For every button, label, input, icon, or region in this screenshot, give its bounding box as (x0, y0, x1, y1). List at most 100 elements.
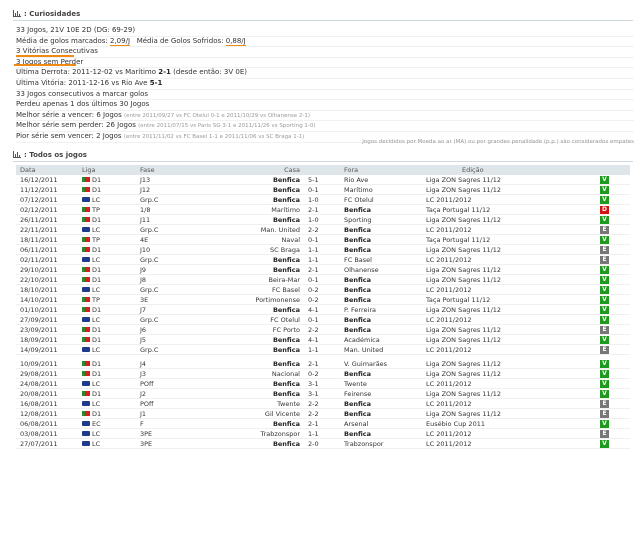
edition-cell[interactable]: LC 2011/2012 (422, 398, 596, 409)
table-row[interactable]: 02/12/2011 TP 1/8 Marítimo 2-1 Benfica Taça Po… (16, 204, 630, 215)
table-row[interactable]: 10/09/2011 D1 J4 Benfica 2-1 V. Guimarães Liga… (16, 359, 630, 369)
league-cell[interactable]: D1 (78, 408, 136, 419)
edition-cell[interactable]: LC 2011/2012 (422, 284, 596, 295)
edition-cell[interactable]: LC 2011/2012 (422, 254, 596, 265)
edition-cell[interactable]: Taça Portugal 11/12 (422, 294, 596, 305)
table-row[interactable]: 29/08/2011 D1 J3 Nacional 0-2 Benfica Liga ZON… (16, 368, 630, 379)
league-cell[interactable]: D1 (78, 184, 136, 195)
home-team[interactable]: Marítimo (208, 204, 304, 215)
edition-cell[interactable]: Liga ZON Sagres 11/12 (422, 175, 596, 185)
score-cell[interactable]: 2-2 (304, 398, 340, 409)
score-cell[interactable]: 2-0 (304, 438, 340, 449)
score-cell[interactable]: 5-1 (304, 175, 340, 185)
league-cell[interactable]: D1 (78, 304, 136, 315)
league-cell[interactable]: LC (78, 284, 136, 295)
away-team[interactable]: Benfica (340, 408, 422, 419)
league-cell[interactable]: LC (78, 224, 136, 235)
table-row[interactable]: 16/08/2011 LC POff Twente 2-2 Benfica LC 2011/… (16, 398, 630, 409)
league-cell[interactable]: D1 (78, 334, 136, 345)
home-team[interactable]: Twente (208, 398, 304, 409)
table-row[interactable]: 06/08/2011 EC F Benfica 2-1 Arsenal Eusébio Cu… (16, 418, 630, 429)
home-team[interactable]: Benfica (208, 378, 304, 389)
table-row[interactable]: 11/12/2011 D1 J12 Benfica 0-1 Marítimo Liga ZO… (16, 184, 630, 195)
edition-cell[interactable]: Liga ZON Sagres 11/12 (422, 408, 596, 419)
home-team[interactable]: Nacional (208, 368, 304, 379)
table-row[interactable]: 23/09/2011 D1 J6 FC Porto 2-2 Benfica Liga ZON… (16, 324, 630, 335)
home-team[interactable]: Gil Vicente (208, 408, 304, 419)
home-team[interactable]: Benfica (208, 184, 304, 195)
table-row[interactable]: 16/12/2011 D1 J13 Benfica 5-1 Rio Ave Liga ZON… (16, 175, 630, 185)
edition-cell[interactable]: LC 2011/2012 (422, 438, 596, 449)
table-row[interactable]: 18/10/2011 LC Grp.C FC Basel 0-2 Benfica LC 20… (16, 284, 630, 295)
score-cell[interactable]: 3-1 (304, 388, 340, 399)
away-team[interactable]: P. Ferreira (340, 304, 422, 315)
edition-cell[interactable]: Liga ZON Sagres 11/12 (422, 368, 596, 379)
away-team[interactable]: FC Basel (340, 254, 422, 265)
edition-cell[interactable]: Eusébio Cup 2011 (422, 418, 596, 429)
away-team[interactable]: Sporting (340, 214, 422, 225)
league-cell[interactable]: D1 (78, 359, 136, 369)
score-cell[interactable]: 1-1 (304, 244, 340, 255)
edition-cell[interactable]: LC 2011/2012 (422, 344, 596, 355)
score-cell[interactable]: 4-1 (304, 304, 340, 315)
score-cell[interactable]: 0-2 (304, 284, 340, 295)
home-team[interactable]: Benfica (208, 214, 304, 225)
league-cell[interactable]: LC (78, 428, 136, 439)
table-row[interactable]: 01/10/2011 D1 J7 Benfica 4-1 P. Ferreira Liga … (16, 304, 630, 315)
edition-cell[interactable]: LC 2011/2012 (422, 314, 596, 325)
away-team[interactable]: Benfica (340, 224, 422, 235)
league-cell[interactable]: TP (78, 234, 136, 245)
edition-cell[interactable]: Liga ZON Sagres 11/12 (422, 214, 596, 225)
away-team[interactable]: Man. United (340, 344, 422, 355)
home-team[interactable]: Benfica (208, 344, 304, 355)
table-row[interactable]: 06/11/2011 D1 J10 SC Braga 1-1 Benfica Liga ZO… (16, 244, 630, 255)
away-team[interactable]: Benfica (340, 244, 422, 255)
table-row[interactable]: 07/12/2011 LC Grp.C Benfica 1-0 FC Otelul LC 2… (16, 194, 630, 205)
score-cell[interactable]: 2-2 (304, 408, 340, 419)
score-cell[interactable]: 1-1 (304, 428, 340, 439)
league-cell[interactable]: TP (78, 294, 136, 305)
score-cell[interactable]: 1-1 (304, 344, 340, 355)
edition-cell[interactable]: Liga ZON Sagres 11/12 (422, 244, 596, 255)
table-row[interactable]: 02/11/2011 LC Grp.C Benfica 1-1 FC Basel LC 20… (16, 254, 630, 265)
table-row[interactable]: 18/09/2011 D1 J5 Benfica 4-1 Académica Liga ZO… (16, 334, 630, 345)
edition-cell[interactable]: Taça Portugal 11/12 (422, 234, 596, 245)
away-team[interactable]: Benfica (340, 314, 422, 325)
away-team[interactable]: Feirense (340, 388, 422, 399)
score-cell[interactable]: 2-1 (304, 359, 340, 369)
home-team[interactable]: Benfica (208, 359, 304, 369)
table-row[interactable]: 26/11/2011 D1 J11 Benfica 1-0 Sporting Liga ZO… (16, 214, 630, 225)
score-cell[interactable]: 2-2 (304, 324, 340, 335)
league-cell[interactable]: LC (78, 194, 136, 205)
table-row[interactable]: 03/08/2011 LC 3PE Trabzonspor 1-1 Benfica LC 2… (16, 428, 630, 439)
league-cell[interactable]: EC (78, 418, 136, 429)
table-row[interactable]: 24/08/2011 LC POff Benfica 3-1 Twente LC 2011/… (16, 378, 630, 389)
score-cell[interactable]: 0-1 (304, 234, 340, 245)
away-team[interactable]: Benfica (340, 294, 422, 305)
edition-cell[interactable]: Liga ZON Sagres 11/12 (422, 324, 596, 335)
away-team[interactable]: Trabzonspor (340, 438, 422, 449)
away-team[interactable]: Benfica (340, 398, 422, 409)
edition-cell[interactable]: Liga ZON Sagres 11/12 (422, 359, 596, 369)
league-cell[interactable]: D1 (78, 244, 136, 255)
table-row[interactable]: 18/11/2011 TP 4E Naval 0-1 Benfica Taça Portug… (16, 234, 630, 245)
home-team[interactable]: Benfica (208, 175, 304, 185)
score-cell[interactable]: 1-1 (304, 254, 340, 265)
away-team[interactable]: Twente (340, 378, 422, 389)
table-row[interactable]: 27/09/2011 LC Grp.C FC Otelul 0-1 Benfica LC 2… (16, 314, 630, 325)
league-cell[interactable]: LC (78, 398, 136, 409)
score-cell[interactable]: 3-1 (304, 378, 340, 389)
home-team[interactable]: Benfica (208, 388, 304, 399)
edition-cell[interactable]: LC 2011/2012 (422, 194, 596, 205)
league-cell[interactable]: TP (78, 204, 136, 215)
league-cell[interactable]: LC (78, 344, 136, 355)
edition-cell[interactable]: LC 2011/2012 (422, 224, 596, 235)
league-cell[interactable]: LC (78, 254, 136, 265)
league-cell[interactable]: LC (78, 438, 136, 449)
away-team[interactable]: Arsenal (340, 418, 422, 429)
home-team[interactable]: Benfica (208, 254, 304, 265)
score-cell[interactable]: 2-1 (304, 264, 340, 275)
edition-cell[interactable]: Liga ZON Sagres 11/12 (422, 334, 596, 345)
home-team[interactable]: SC Braga (208, 244, 304, 255)
home-team[interactable]: Beira-Mar (208, 274, 304, 285)
